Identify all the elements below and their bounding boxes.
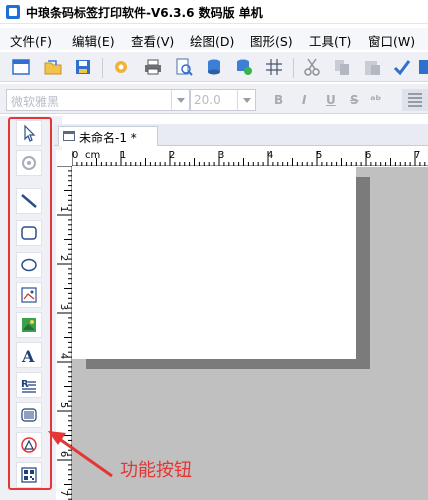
annotation-label: 功能按钮 [120,460,192,481]
annotation-arrow [48,431,113,478]
